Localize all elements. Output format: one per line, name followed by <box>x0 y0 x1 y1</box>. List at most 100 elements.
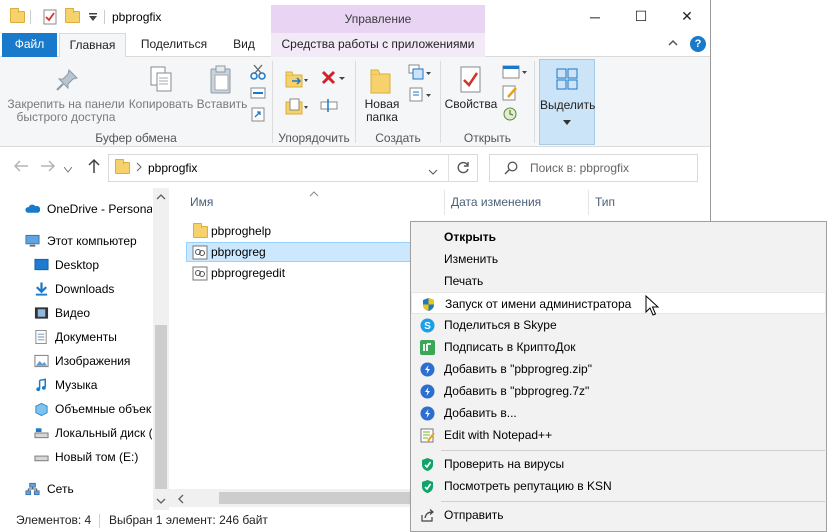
context-menu: Открыть Изменить Печать Запуск от имени … <box>410 221 827 532</box>
scroll-thumb[interactable] <box>155 325 167 489</box>
tab-home[interactable]: Главная <box>59 33 126 58</box>
menu-item-share-skype[interactable]: S Поделиться в Skype <box>411 314 826 336</box>
nav-item-3d-objects[interactable]: Объемные объекты <box>0 398 152 420</box>
menu-item-send[interactable]: Отправить <box>411 504 826 526</box>
refresh-icon[interactable] <box>456 161 470 178</box>
nav-item-pictures[interactable]: Изображения <box>0 350 152 372</box>
menu-item-ksn-reputation[interactable]: Посмотреть репутацию в KSN <box>411 475 826 497</box>
menu-item-scan-virus[interactable]: Проверить на вирусы <box>411 453 826 475</box>
recent-locations-icon[interactable] <box>63 162 73 176</box>
nav-item-downloads[interactable]: Downloads <box>0 278 152 300</box>
archiver-icon <box>420 384 435 399</box>
edit-icon[interactable] <box>502 84 518 105</box>
selection-info: Выбран 1 элемент: 246 байт <box>109 513 268 527</box>
copy-button[interactable]: Копировать <box>127 98 195 111</box>
copy-to-icon[interactable] <box>284 97 308 120</box>
nav-item-local-disk[interactable]: Локальный диск (C:) <box>0 422 152 444</box>
nav-item-documents[interactable]: Документы <box>0 326 152 348</box>
column-divider <box>588 190 589 215</box>
delete-icon[interactable] <box>320 69 346 90</box>
menu-item-label: Подписать в КриптоДок <box>444 340 576 354</box>
address-dropdown-icon[interactable] <box>428 165 438 179</box>
tab-app-tools[interactable]: Средства работы с приложениями <box>271 33 485 57</box>
history-icon[interactable] <box>502 106 518 125</box>
search-box[interactable]: Поиск в: pbprogfix <box>489 154 698 182</box>
column-header-date[interactable]: Дата изменения <box>451 195 541 209</box>
maximize-button[interactable]: ☐ <box>618 0 664 33</box>
rename-icon[interactable] <box>320 97 338 116</box>
menu-item-open[interactable]: Открыть <box>411 226 826 248</box>
menu-item-label: Печать <box>444 274 484 288</box>
navigation-scrollbar[interactable] <box>153 188 169 510</box>
menu-item-add-7z[interactable]: Добавить в "pbprogreg.7z" <box>411 380 826 402</box>
menu-item-add-zip[interactable]: Добавить в "pbprogreg.zip" <box>411 358 826 380</box>
nav-item-onedrive[interactable]: OneDrive - Personal <box>0 198 152 220</box>
ribbon-tabs: Файл Главная Поделиться Вид Средства раб… <box>0 33 710 58</box>
group-organize-label: Упорядочить <box>278 131 350 145</box>
address-bar[interactable]: pbprogfix <box>108 154 478 182</box>
close-button[interactable]: ✕ <box>664 0 710 33</box>
up-arrow-icon[interactable] <box>87 158 101 177</box>
pin-icon <box>54 67 80 96</box>
back-arrow-icon[interactable] <box>13 159 29 176</box>
tab-view[interactable]: Вид <box>221 33 267 57</box>
help-icon[interactable]: ? <box>690 36 706 52</box>
nav-item-desktop[interactable]: Desktop <box>0 254 152 276</box>
nav-item-new-volume[interactable]: Новый том (E:) <box>0 446 152 468</box>
nav-item-label: Документы <box>55 330 117 344</box>
breadcrumb-folder[interactable]: pbprogfix <box>148 161 197 175</box>
pin-quick-access-button[interactable]: Закрепить на панели быстрого доступа <box>6 98 126 124</box>
properties-icon[interactable] <box>41 8 59 26</box>
menu-item-edit[interactable]: Изменить <box>411 248 826 270</box>
nav-item-music[interactable]: Музыка <box>0 374 152 396</box>
forward-arrow-icon[interactable] <box>40 159 56 176</box>
tab-file[interactable]: Файл <box>2 33 57 57</box>
column-header-name[interactable]: Имя <box>190 195 213 209</box>
file-row-pbprogregedit[interactable]: pbprogregedit <box>186 263 411 283</box>
column-header-type[interactable]: Тип <box>595 195 615 209</box>
scroll-down-icon[interactable] <box>156 494 166 508</box>
cryptodoc-icon <box>420 340 435 355</box>
properties-button[interactable]: Свойства <box>443 98 499 111</box>
copy-path-icon[interactable] <box>250 86 266 103</box>
new-folder-button[interactable]: Новая папка <box>357 98 407 124</box>
menu-item-print[interactable]: Печать <box>411 270 826 292</box>
menu-item-notepadpp[interactable]: Edit with Notepad++ <box>411 424 826 446</box>
tab-share[interactable]: Поделиться <box>129 33 219 57</box>
nav-item-network[interactable]: Сеть <box>0 478 152 500</box>
new-item-icon[interactable] <box>408 64 432 85</box>
scroll-left-icon[interactable] <box>177 493 184 507</box>
menu-item-run-as-admin[interactable]: Запуск от имени администратора <box>411 292 826 314</box>
qat-customize-icon[interactable] <box>84 8 102 26</box>
nav-item-label: OneDrive - Personal <box>47 202 152 216</box>
nav-item-this-pc[interactable]: Этот компьютер <box>0 230 152 252</box>
file-row-pbprogreg[interactable]: pbprogreg <box>186 242 411 262</box>
nav-item-videos[interactable]: Видео <box>0 302 152 324</box>
group-new-label: Создать <box>375 131 421 145</box>
menu-item-sign-cryptodoc[interactable]: Подписать в КриптоДок <box>411 336 826 358</box>
horizontal-scroll-thumb[interactable] <box>219 492 411 504</box>
kaspersky-icon <box>422 458 433 471</box>
nav-item-label: Видео <box>55 306 91 320</box>
paste-shortcut-icon[interactable] <box>251 106 265 125</box>
easy-access-icon[interactable] <box>408 86 432 107</box>
breadcrumb-chevron-icon[interactable] <box>135 161 143 176</box>
new-folder-icon[interactable] <box>63 8 81 26</box>
paste-button[interactable]: Вставить <box>196 98 248 111</box>
collapse-ribbon-icon[interactable] <box>667 37 679 52</box>
move-to-icon[interactable] <box>284 70 308 93</box>
cut-icon[interactable] <box>250 64 266 83</box>
select-button[interactable]: Выделить <box>539 59 595 145</box>
scroll-up-icon[interactable] <box>156 190 166 204</box>
menu-item-add-to[interactable]: Добавить в... <box>411 402 826 424</box>
context-tab-header-label: Управление <box>344 12 412 26</box>
file-row-pbproghelp[interactable]: pbproghelp <box>186 221 411 241</box>
horizontal-scrollbar[interactable] <box>169 489 411 507</box>
nav-item-label: Локальный диск (C:) <box>55 426 152 440</box>
minimize-button[interactable]: ─ <box>572 0 618 33</box>
menu-item-label: Запуск от имени администратора <box>445 297 632 311</box>
menu-item-label: Добавить в "pbprogreg.7z" <box>444 384 590 398</box>
menu-item-label: Проверить на вирусы <box>444 457 565 471</box>
nav-item-label: Сеть <box>47 482 74 496</box>
open-icon[interactable] <box>502 64 528 83</box>
